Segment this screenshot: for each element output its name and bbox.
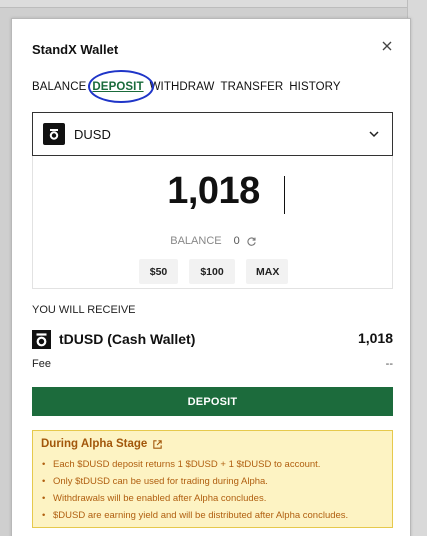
quick-amount-max-button[interactable]: MAX — [246, 259, 288, 284]
close-icon — [382, 41, 392, 51]
list-item: Only $tDUSD can be used for trading duri… — [41, 473, 384, 490]
notice-list: Each $DUSD deposit returns 1 $DUSD + 1 $… — [41, 456, 384, 524]
amount-input[interactable]: 1,018 — [33, 170, 394, 213]
list-item: Each $DUSD deposit returns 1 $DUSD + 1 $… — [41, 456, 384, 473]
amount-panel: 1,018 BALANCE 0 $50 $100 MAX — [32, 156, 393, 289]
wallet-modal: StandX Wallet BALANCE DEPOSIT WITHDRAW T… — [11, 18, 411, 536]
notice-title-row: During Alpha Stage — [41, 438, 384, 450]
receive-label: YOU WILL RECEIVE — [32, 304, 136, 316]
receive-row: tDUSD (Cash Wallet) 1,018 — [32, 328, 393, 350]
quick-amount-100-button[interactable]: $100 — [189, 259, 235, 284]
list-item: $DUSD are earning yield and will be dist… — [41, 507, 384, 524]
standx-logo-icon — [32, 329, 51, 349]
alpha-notice: During Alpha Stage Each $DUSD deposit re… — [32, 430, 393, 528]
fee-value: -- — [385, 358, 393, 370]
quick-amount-row: $50 $100 MAX — [33, 259, 394, 284]
chevron-down-icon — [369, 131, 379, 138]
external-link-icon[interactable] — [152, 439, 163, 450]
balance-label: BALANCE — [170, 235, 222, 247]
close-button[interactable] — [380, 39, 394, 53]
tab-history[interactable]: HISTORY — [289, 81, 340, 97]
tab-withdraw[interactable]: WITHDRAW — [150, 81, 215, 97]
quick-amount-50-button[interactable]: $50 — [139, 259, 178, 284]
receive-amount: 1,018 — [357, 330, 393, 346]
standx-logo-icon — [43, 123, 65, 145]
token-selector[interactable]: DUSD — [32, 112, 393, 156]
tab-transfer[interactable]: TRANSFER — [220, 81, 283, 97]
refresh-icon[interactable] — [246, 236, 257, 247]
balance-row: BALANCE 0 — [33, 235, 394, 247]
fee-row: Fee -- — [32, 358, 393, 370]
tab-deposit[interactable]: DEPOSIT — [92, 81, 143, 97]
list-item: Withdrawals will be enabled after Alpha … — [41, 490, 384, 507]
backdrop-top-bar — [0, 0, 427, 8]
token-selector-label: DUSD — [74, 126, 111, 142]
notice-title: During Alpha Stage — [41, 438, 148, 450]
balance-value: 0 — [233, 235, 240, 247]
fee-label: Fee — [32, 358, 51, 370]
deposit-button[interactable]: DEPOSIT — [32, 387, 393, 416]
receive-token-name: tDUSD (Cash Wallet) — [59, 331, 196, 347]
tab-balance[interactable]: BALANCE — [32, 81, 86, 97]
modal-title: StandX Wallet — [32, 42, 119, 57]
text-caret — [284, 176, 285, 214]
wallet-tabs: BALANCE DEPOSIT WITHDRAW TRANSFER HISTOR… — [32, 81, 347, 97]
